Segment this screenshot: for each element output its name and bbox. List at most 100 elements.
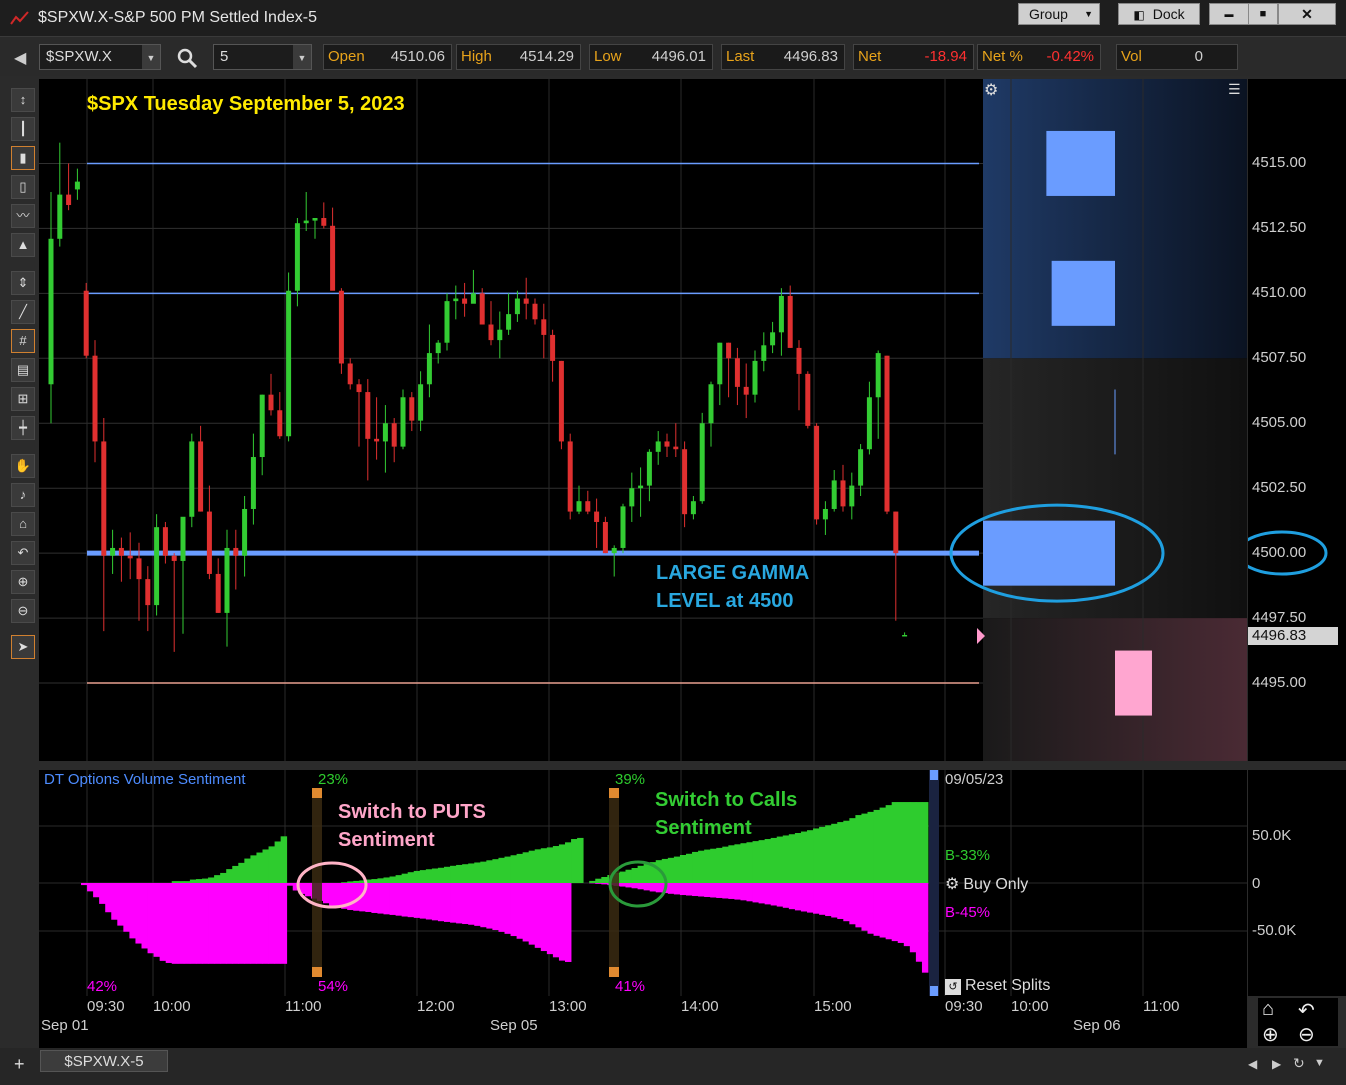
pointer-icon[interactable]: ➤ — [11, 635, 35, 659]
chevron-down-icon: ▼ — [142, 45, 160, 69]
sell-volume-bar — [141, 883, 148, 949]
split-top-percent: 39% — [615, 771, 646, 788]
buy-only-setting[interactable]: ⚙ Buy Only — [945, 874, 1028, 894]
sell-volume-bar — [522, 883, 530, 942]
sentiment-axis[interactable]: 50.0K 0 -50.0K — [1248, 770, 1346, 996]
thumb-icon[interactable]: ✋ — [11, 454, 35, 478]
undo-icon[interactable]: ↶ — [1298, 998, 1315, 1023]
grid-icon[interactable]: # — [11, 329, 35, 353]
candle-body — [286, 290, 292, 437]
sell-volume-bar — [764, 883, 772, 905]
split-handle-top — [609, 788, 619, 798]
quote-net-percent: Net % -0.42% — [977, 44, 1101, 70]
buy-volume-bar — [480, 861, 487, 883]
candle-body — [699, 423, 705, 502]
quote-low: Low 4496.01 — [589, 44, 713, 70]
sell-volume-bar — [546, 883, 554, 955]
buy-volume-bar — [395, 875, 403, 883]
refresh-icon[interactable]: ↻ — [1293, 1055, 1305, 1072]
sell-volume-bar — [716, 883, 723, 898]
candle-body — [497, 329, 503, 341]
sell-volume-bar — [437, 883, 445, 922]
candle-body — [259, 394, 265, 458]
candle-body — [206, 511, 212, 574]
search-icon[interactable] — [176, 47, 198, 69]
candle-body — [594, 511, 600, 522]
sell-volume-bar — [794, 883, 802, 911]
candle-body — [787, 295, 793, 348]
dock-icon: ◧ — [1133, 8, 1145, 22]
reset-splits-button[interactable]: ↺ Reset Splits — [945, 977, 1050, 995]
fit-vertical-icon[interactable]: ⇕ — [11, 271, 35, 295]
buy-volume-bar — [220, 872, 227, 883]
zoom-out-icon[interactable]: ⊖ — [11, 599, 35, 623]
buy-volume-bar — [873, 809, 880, 883]
sell-volume-bar — [595, 883, 602, 884]
sentiment-panel[interactable]: DT Options Volume Sentiment 23% 54% 39% … — [39, 770, 1247, 996]
sell-volume-bar — [885, 883, 893, 940]
buy-volume-bar — [456, 864, 463, 883]
maximize-button[interactable]: ■ — [1248, 3, 1278, 25]
buy-volume-bar — [510, 855, 517, 883]
candlestick-icon[interactable]: ▮ — [11, 146, 35, 170]
close-button[interactable]: ✕ — [1278, 3, 1336, 25]
tab-spxw-5[interactable]: $SPXW.X-5 — [40, 1050, 168, 1072]
group-button[interactable]: Group ▼ — [1018, 3, 1100, 25]
note-icon[interactable]: ♪ — [11, 483, 35, 507]
home-icon[interactable]: ⌂ — [11, 512, 35, 536]
home-icon[interactable]: ⌂ — [1262, 998, 1274, 1021]
candle-body — [321, 217, 327, 226]
minimize-button[interactable]: ▬ — [1209, 3, 1249, 25]
crosshair-grid-icon[interactable]: ⊞ — [11, 387, 35, 411]
calls-annotation-line: Sentiment — [655, 817, 752, 839]
symbol-value: $SPXW.X — [46, 48, 112, 65]
area-chart-icon[interactable]: ▲ — [11, 233, 35, 257]
buy-volume-bar — [232, 865, 239, 883]
line-chart-icon[interactable]: 〰 — [11, 204, 35, 228]
buy-volume-bar — [692, 851, 699, 883]
trendline-icon[interactable]: ╱ — [11, 300, 35, 324]
hollow-candle-icon[interactable]: ▯ — [11, 175, 35, 199]
price-chart[interactable]: ⚙ ☰ $SPX Tuesday September 5, 2023 LARGE … — [39, 79, 1247, 761]
zoom-in-icon[interactable]: ⊕ — [11, 570, 35, 594]
buy-volume-bar — [758, 840, 766, 883]
sell-volume-bar — [462, 883, 469, 925]
reset-splits-label: Reset Splits — [965, 977, 1051, 994]
dock-button[interactable]: ◧ Dock — [1118, 3, 1200, 25]
scroll-left-icon[interactable]: ◀ — [1248, 1057, 1257, 1071]
price-axis[interactable]: 4515.00 4512.50 4510.00 4507.50 4505.00 … — [1248, 79, 1346, 761]
candle-body — [893, 511, 899, 554]
time-axis[interactable]: 09:30 10:00 11:00 12:00 13:00 14:00 15:0… — [39, 996, 1247, 1048]
bar-type-icon[interactable]: ┃ — [11, 117, 35, 141]
horizontal-line-icon[interactable]: ┿ — [11, 416, 35, 440]
candle-body — [629, 488, 635, 507]
quote-label: Low — [594, 48, 622, 65]
zoom-in-icon[interactable]: ⊕ — [1262, 1022, 1279, 1047]
undo-icon[interactable]: ↶ — [11, 541, 35, 565]
candle-body — [400, 397, 406, 447]
candle-body — [127, 555, 133, 559]
candle-body — [110, 547, 116, 556]
chevron-down-icon[interactable]: ▼ — [1314, 1057, 1325, 1069]
buy-volume-bar — [637, 865, 645, 883]
add-tab-button[interactable]: + — [14, 1054, 25, 1075]
cursor-mode-icon[interactable]: ↕ — [11, 88, 35, 112]
candle-body — [831, 480, 837, 509]
sell-volume-bar — [93, 883, 100, 898]
buy-volume-bar — [710, 848, 717, 883]
candle-body — [435, 342, 441, 354]
table-icon[interactable]: ▤ — [11, 358, 35, 382]
candle-body — [514, 298, 520, 315]
scroll-right-icon[interactable]: ▶ — [1272, 1057, 1281, 1071]
buy-volume-bar — [782, 835, 790, 883]
candle-body — [734, 358, 740, 387]
candle-body — [330, 225, 336, 291]
zoom-out-icon[interactable]: ⊖ — [1298, 1022, 1315, 1047]
interval-select[interactable]: 5 ▼ — [213, 44, 312, 70]
collapse-left-icon[interactable]: ◀ — [14, 48, 26, 68]
symbol-select[interactable]: $SPXW.X ▼ — [39, 44, 161, 70]
candle-body — [171, 555, 177, 561]
candle-body — [57, 194, 63, 239]
sell-volume-bar — [915, 883, 923, 962]
sell-volume-bar — [117, 883, 124, 926]
